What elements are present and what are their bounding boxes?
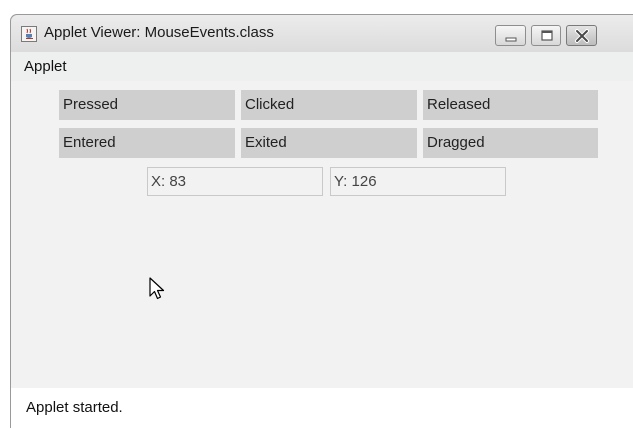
status-text: Applet started. — [26, 399, 123, 416]
close-icon — [575, 29, 589, 43]
entered-label: Entered — [59, 128, 235, 158]
applet-panel[interactable]: Pressed Clicked Released Entered Exited … — [11, 81, 633, 388]
y-coordinate-field[interactable]: Y: 126 — [330, 167, 506, 196]
released-label: Released — [423, 90, 598, 120]
applet-viewer-window: Applet Viewer: MouseEvents.class Applet … — [10, 14, 633, 429]
title-bar[interactable]: Applet Viewer: MouseEvents.class — [11, 15, 633, 52]
minimize-icon — [505, 37, 517, 42]
arrow-cursor-icon — [149, 277, 165, 300]
maximize-button[interactable] — [531, 25, 561, 46]
java-cup-icon[interactable] — [21, 26, 37, 42]
status-bar: Applet started. — [11, 388, 633, 429]
dragged-label: Dragged — [423, 128, 598, 158]
window-title: Applet Viewer: MouseEvents.class — [44, 24, 274, 41]
clicked-label: Clicked — [241, 90, 417, 120]
maximize-icon — [541, 30, 553, 41]
minimize-button[interactable] — [495, 25, 526, 46]
exited-label: Exited — [241, 128, 417, 158]
menu-applet[interactable]: Applet — [24, 58, 67, 75]
menu-bar: Applet — [11, 52, 633, 81]
close-button[interactable] — [566, 25, 597, 46]
pressed-label: Pressed — [59, 90, 235, 120]
x-coordinate-field[interactable]: X: 83 — [147, 167, 323, 196]
